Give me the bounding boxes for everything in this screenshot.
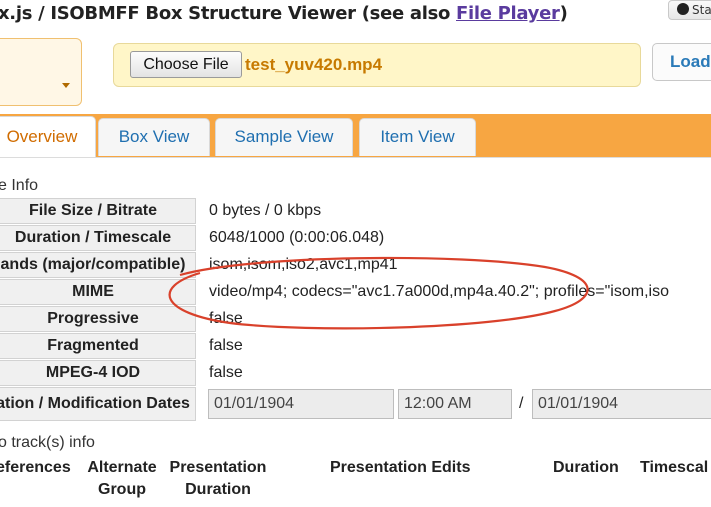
title-suffix: ) bbox=[559, 3, 568, 24]
tracks-info-heading[interactable]: o track(s) info bbox=[0, 434, 95, 452]
chevron-down-icon bbox=[62, 83, 70, 88]
col-header-duration: Duration bbox=[553, 459, 619, 476]
tab-sample-view[interactable]: Sample View bbox=[215, 118, 353, 156]
row-label-dates: ation / Modification Dates bbox=[0, 387, 196, 421]
file-player-link[interactable]: File Player bbox=[456, 3, 560, 24]
row-label-mpeg4-iod: MPEG-4 IOD bbox=[0, 360, 196, 386]
creation-date-input[interactable]: 01/01/1904 bbox=[208, 389, 394, 419]
selected-filename: test_yuv420.mp4 bbox=[245, 55, 383, 74]
title-text: x.js / ISOBMFF Box Structure Viewer (see… bbox=[0, 3, 457, 24]
row-label-duration: Duration / Timescale bbox=[0, 225, 196, 251]
github-star-label: Sta bbox=[692, 3, 711, 17]
load-button[interactable]: Load bbox=[652, 43, 711, 81]
col-header-timescale: Timescal bbox=[640, 459, 709, 476]
annotation-oval bbox=[168, 256, 589, 330]
github-star-button[interactable]: Sta bbox=[668, 0, 711, 20]
row-value-file-size: 0 bytes / 0 kbps bbox=[209, 202, 322, 219]
col-header-presentation-duration-line2: Duration bbox=[185, 481, 251, 498]
tab-item-view[interactable]: Item View bbox=[359, 118, 476, 156]
modification-date-input[interactable]: 01/01/1904 bbox=[532, 389, 711, 419]
col-header-alternate-group: Alternate Group bbox=[83, 457, 161, 501]
file-info-heading[interactable]: e Info bbox=[0, 177, 38, 195]
file-source-select[interactable] bbox=[0, 38, 82, 106]
col-header-presentation-duration-line1: Presentation bbox=[169, 459, 267, 476]
tab-box-view[interactable]: Box View bbox=[98, 118, 210, 156]
col-header-alternate-group-line1: Alternate bbox=[87, 459, 157, 476]
page-title: x.js / ISOBMFF Box Structure Viewer (see… bbox=[0, 3, 568, 24]
col-header-references: eferences bbox=[0, 459, 71, 476]
annotation-oval-stroke bbox=[168, 256, 589, 330]
col-header-presentation-duration: Presentation Duration bbox=[165, 457, 271, 501]
row-value-duration: 6048/1000 (0:00:06.048) bbox=[209, 229, 385, 246]
row-value-mpeg4-iod: false bbox=[209, 364, 243, 381]
col-header-presentation-edits: Presentation Edits bbox=[330, 459, 471, 476]
date-separator: / bbox=[519, 395, 524, 412]
row-label-file-size: File Size / Bitrate bbox=[0, 198, 196, 224]
col-header-alternate-group-line2: Group bbox=[98, 481, 146, 498]
choose-file-button[interactable]: Choose File bbox=[130, 51, 242, 78]
github-icon bbox=[677, 3, 689, 15]
creation-time-input[interactable]: 12:00 AM bbox=[398, 389, 512, 419]
tab-overview[interactable]: Overview bbox=[0, 116, 96, 158]
